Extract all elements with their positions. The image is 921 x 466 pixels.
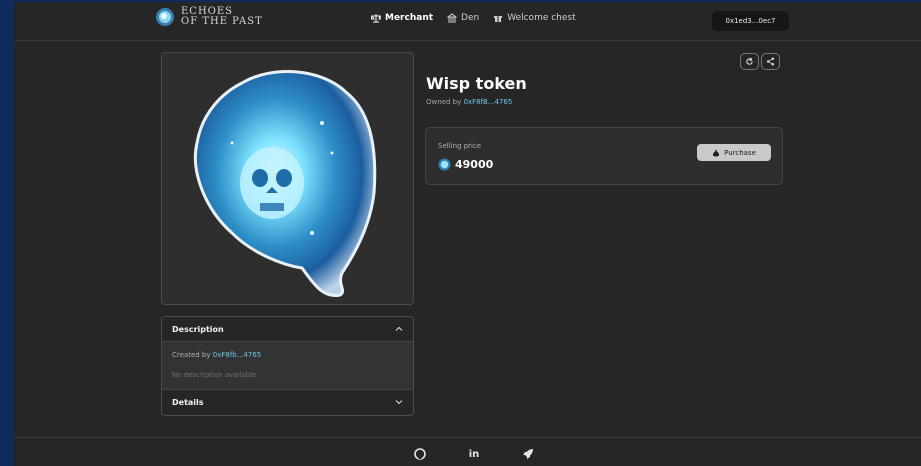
chevron-up-icon bbox=[395, 326, 403, 331]
app-frame: ECHOES OF THE PAST Merchant Den Welcome … bbox=[14, 2, 921, 466]
refresh-icon bbox=[746, 57, 753, 65]
purchase-button[interactable]: Purchase bbox=[697, 144, 771, 161]
linkedin-icon: in bbox=[468, 448, 480, 460]
share-button[interactable] bbox=[761, 53, 780, 70]
wallet-address-button[interactable]: 0x1ed3...0ec7 bbox=[712, 11, 789, 31]
site-logo[interactable]: ECHOES OF THE PAST bbox=[155, 7, 263, 27]
main-nav: Merchant Den Welcome chest bbox=[371, 13, 576, 23]
owner-address-link[interactable]: 0xF8fB...4765 bbox=[463, 98, 512, 106]
gift-icon bbox=[494, 16, 503, 22]
chevron-down-icon bbox=[395, 400, 403, 405]
details-title: Details bbox=[172, 397, 204, 407]
price-card: Selling price 49000 Purchase bbox=[425, 127, 783, 185]
nav-merchant-label: Merchant bbox=[385, 13, 434, 23]
info-accordion: Description Created by 0xF8fb...4765 No … bbox=[161, 316, 414, 416]
no-description-text: No description available bbox=[172, 371, 257, 379]
nav-den-label: Den bbox=[461, 13, 480, 23]
owned-by-label: Owned by bbox=[426, 98, 462, 106]
share-icon bbox=[766, 57, 775, 66]
wisp-coin-icon bbox=[438, 158, 451, 171]
purchase-label: Purchase bbox=[724, 148, 756, 157]
rocket-link[interactable] bbox=[521, 447, 535, 461]
github-icon bbox=[414, 448, 426, 460]
nav-welcome-chest[interactable]: Welcome chest bbox=[493, 13, 576, 23]
price-value: 49000 bbox=[455, 158, 494, 171]
creator-address-link[interactable]: 0xF8fb...4765 bbox=[213, 351, 261, 359]
footer: in bbox=[14, 437, 921, 466]
token-title: Wisp token bbox=[426, 74, 527, 93]
github-link[interactable] bbox=[413, 447, 427, 461]
owner-line: Owned by 0xF8fB...4765 bbox=[426, 98, 512, 106]
top-nav-bar: ECHOES OF THE PAST Merchant Den Welcome … bbox=[14, 2, 921, 41]
description-header[interactable]: Description bbox=[162, 317, 413, 341]
rocket-icon bbox=[523, 449, 533, 459]
card-actions bbox=[740, 53, 780, 70]
description-title: Description bbox=[172, 324, 224, 334]
price-row: 49000 bbox=[438, 158, 493, 171]
selling-price-label: Selling price bbox=[438, 142, 482, 150]
created-by-line: Created by 0xF8fb...4765 bbox=[172, 351, 261, 359]
scale-icon bbox=[371, 14, 381, 23]
logo-orb-icon bbox=[156, 8, 174, 26]
description-panel: Created by 0xF8fb...4765 No description … bbox=[162, 341, 413, 390]
refresh-button[interactable] bbox=[740, 53, 759, 70]
bank-icon bbox=[447, 13, 458, 23]
linkedin-link[interactable]: in bbox=[467, 447, 481, 461]
footer-links: in bbox=[413, 447, 535, 461]
logo-line-2: OF THE PAST bbox=[181, 16, 263, 27]
nav-welcome-chest-label: Welcome chest bbox=[507, 13, 576, 23]
nav-den[interactable]: Den bbox=[447, 13, 479, 23]
nav-merchant[interactable]: Merchant bbox=[371, 13, 433, 23]
details-header[interactable]: Details bbox=[162, 390, 413, 414]
token-image-card bbox=[161, 52, 414, 305]
created-by-label: Created by bbox=[172, 351, 211, 359]
ghost-skull-wisp-image bbox=[193, 70, 377, 298]
money-bag-icon bbox=[713, 149, 720, 156]
